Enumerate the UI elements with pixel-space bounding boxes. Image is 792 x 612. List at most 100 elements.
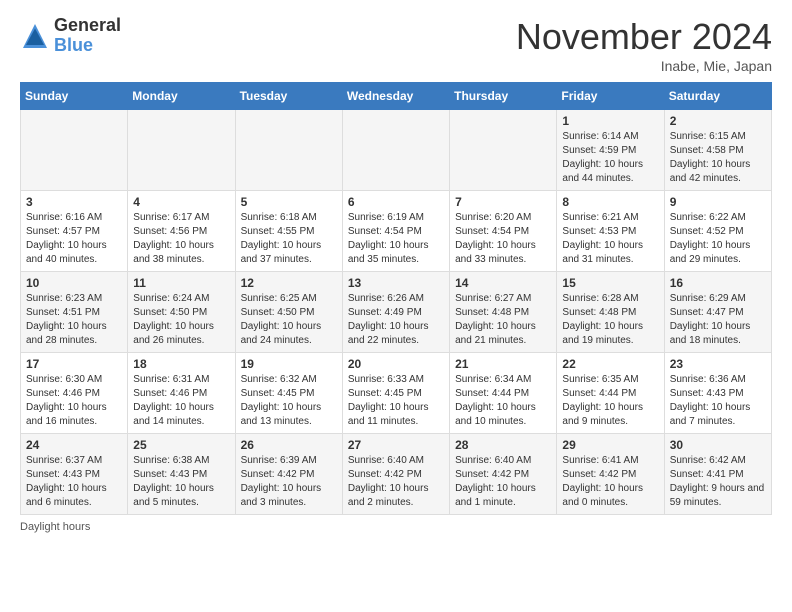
weekday-header: Tuesday xyxy=(235,83,342,110)
calendar-day-cell: 20 Sunrise: 6:33 AM Sunset: 4:45 PM Dayli… xyxy=(342,353,449,434)
weekday-header: Thursday xyxy=(450,83,557,110)
weekday-header: Wednesday xyxy=(342,83,449,110)
calendar-day-cell: 29 Sunrise: 6:41 AM Sunset: 4:42 PM Dayli… xyxy=(557,434,664,515)
calendar-day-cell: 21 Sunrise: 6:34 AM Sunset: 4:44 PM Dayli… xyxy=(450,353,557,434)
weekday-header: Friday xyxy=(557,83,664,110)
location: Inabe, Mie, Japan xyxy=(516,58,772,74)
day-number: 22 xyxy=(562,357,658,371)
day-info: Sunrise: 6:28 AM Sunset: 4:48 PM Dayligh… xyxy=(562,292,658,348)
day-info: Sunrise: 6:36 AM Sunset: 4:43 PM Dayligh… xyxy=(670,373,766,429)
day-number: 3 xyxy=(26,195,122,209)
day-info: Sunrise: 6:19 AM Sunset: 4:54 PM Dayligh… xyxy=(348,211,444,267)
day-number: 16 xyxy=(670,276,766,290)
day-info: Sunrise: 6:40 AM Sunset: 4:42 PM Dayligh… xyxy=(348,454,444,510)
page-header: General Blue November 2024 Inabe, Mie, J… xyxy=(20,16,772,74)
logo: General Blue xyxy=(20,16,121,56)
weekday-header: Saturday xyxy=(664,83,771,110)
day-number: 11 xyxy=(133,276,229,290)
calendar-day-cell: 6 Sunrise: 6:19 AM Sunset: 4:54 PM Daylig… xyxy=(342,191,449,272)
day-number: 15 xyxy=(562,276,658,290)
day-number: 19 xyxy=(241,357,337,371)
day-number: 17 xyxy=(26,357,122,371)
day-info: Sunrise: 6:37 AM Sunset: 4:43 PM Dayligh… xyxy=(26,454,122,510)
calendar-day-cell: 24Sunrise: 6:37 AM Sunset: 4:43 PM Dayli… xyxy=(21,434,128,515)
day-number: 14 xyxy=(455,276,551,290)
day-number: 10 xyxy=(26,276,122,290)
day-info: Sunrise: 6:33 AM Sunset: 4:45 PM Dayligh… xyxy=(348,373,444,429)
day-info: Sunrise: 6:35 AM Sunset: 4:44 PM Dayligh… xyxy=(562,373,658,429)
day-info: Sunrise: 6:32 AM Sunset: 4:45 PM Dayligh… xyxy=(241,373,337,429)
calendar-day-cell: 19 Sunrise: 6:32 AM Sunset: 4:45 PM Dayli… xyxy=(235,353,342,434)
day-number: 27 xyxy=(348,438,444,452)
title-area: November 2024 Inabe, Mie, Japan xyxy=(516,16,772,74)
calendar-week-row: 10 Sunrise: 6:23 AM Sunset: 4:51 PM Dayli… xyxy=(21,272,772,353)
day-number: 30 xyxy=(670,438,766,452)
weekday-header: Monday xyxy=(128,83,235,110)
day-number: 25 xyxy=(133,438,229,452)
calendar-day-cell: 25 Sunrise: 6:38 AM Sunset: 4:43 PM Dayli… xyxy=(128,434,235,515)
day-info: Sunrise: 6:29 AM Sunset: 4:47 PM Dayligh… xyxy=(670,292,766,348)
calendar-day-cell xyxy=(450,110,557,191)
logo-blue-text: Blue xyxy=(54,35,93,55)
month-title: November 2024 xyxy=(516,16,772,58)
calendar-day-cell: 23 Sunrise: 6:36 AM Sunset: 4:43 PM Dayli… xyxy=(664,353,771,434)
day-number: 29 xyxy=(562,438,658,452)
weekday-header-row: SundayMondayTuesdayWednesdayThursdayFrid… xyxy=(21,83,772,110)
day-info: Sunrise: 6:34 AM Sunset: 4:44 PM Dayligh… xyxy=(455,373,551,429)
day-info: Sunrise: 6:14 AM Sunset: 4:59 PM Dayligh… xyxy=(562,130,658,186)
day-number: 21 xyxy=(455,357,551,371)
day-number: 20 xyxy=(348,357,444,371)
calendar-day-cell: 17 Sunrise: 6:30 AM Sunset: 4:46 PM Dayli… xyxy=(21,353,128,434)
day-info: Sunrise: 6:23 AM Sunset: 4:51 PM Dayligh… xyxy=(26,292,122,348)
calendar-day-cell: 18Sunrise: 6:31 AM Sunset: 4:46 PM Dayli… xyxy=(128,353,235,434)
calendar-table: SundayMondayTuesdayWednesdayThursdayFrid… xyxy=(20,82,772,515)
calendar-day-cell: 22 Sunrise: 6:35 AM Sunset: 4:44 PM Dayli… xyxy=(557,353,664,434)
weekday-header: Sunday xyxy=(21,83,128,110)
day-number: 8 xyxy=(562,195,658,209)
calendar-day-cell: 10 Sunrise: 6:23 AM Sunset: 4:51 PM Dayli… xyxy=(21,272,128,353)
day-number: 28 xyxy=(455,438,551,452)
day-number: 4 xyxy=(133,195,229,209)
calendar-day-cell: 11Sunrise: 6:24 AM Sunset: 4:50 PM Dayli… xyxy=(128,272,235,353)
day-number: 9 xyxy=(670,195,766,209)
day-info: Sunrise: 6:26 AM Sunset: 4:49 PM Dayligh… xyxy=(348,292,444,348)
calendar-week-row: 3 Sunrise: 6:16 AM Sunset: 4:57 PM Daylig… xyxy=(21,191,772,272)
day-info: Sunrise: 6:41 AM Sunset: 4:42 PM Dayligh… xyxy=(562,454,658,510)
day-info: Sunrise: 6:30 AM Sunset: 4:46 PM Dayligh… xyxy=(26,373,122,429)
day-number: 7 xyxy=(455,195,551,209)
day-number: 23 xyxy=(670,357,766,371)
day-info: Sunrise: 6:17 AM Sunset: 4:56 PM Dayligh… xyxy=(133,211,229,267)
calendar-day-cell: 14 Sunrise: 6:27 AM Sunset: 4:48 PM Dayli… xyxy=(450,272,557,353)
calendar-day-cell: 9Sunrise: 6:22 AM Sunset: 4:52 PM Daylig… xyxy=(664,191,771,272)
calendar-week-row: 24Sunrise: 6:37 AM Sunset: 4:43 PM Dayli… xyxy=(21,434,772,515)
calendar-week-row: 1 Sunrise: 6:14 AM Sunset: 4:59 PM Daylig… xyxy=(21,110,772,191)
day-info: Sunrise: 6:40 AM Sunset: 4:42 PM Dayligh… xyxy=(455,454,551,510)
calendar-day-cell: 28 Sunrise: 6:40 AM Sunset: 4:42 PM Dayli… xyxy=(450,434,557,515)
calendar-day-cell: 4 Sunrise: 6:17 AM Sunset: 4:56 PM Daylig… xyxy=(128,191,235,272)
day-number: 6 xyxy=(348,195,444,209)
day-number: 26 xyxy=(241,438,337,452)
day-info: Sunrise: 6:18 AM Sunset: 4:55 PM Dayligh… xyxy=(241,211,337,267)
day-info: Sunrise: 6:38 AM Sunset: 4:43 PM Dayligh… xyxy=(133,454,229,510)
logo-general-text: General xyxy=(54,15,121,35)
calendar-day-cell xyxy=(235,110,342,191)
calendar-day-cell xyxy=(21,110,128,191)
footer-note: Daylight hours xyxy=(20,521,772,533)
calendar-day-cell: 3 Sunrise: 6:16 AM Sunset: 4:57 PM Daylig… xyxy=(21,191,128,272)
calendar-day-cell: 2Sunrise: 6:15 AM Sunset: 4:58 PM Daylig… xyxy=(664,110,771,191)
logo-icon xyxy=(20,21,50,51)
calendar-day-cell: 15 Sunrise: 6:28 AM Sunset: 4:48 PM Dayli… xyxy=(557,272,664,353)
day-info: Sunrise: 6:27 AM Sunset: 4:48 PM Dayligh… xyxy=(455,292,551,348)
calendar-day-cell: 26Sunrise: 6:39 AM Sunset: 4:42 PM Dayli… xyxy=(235,434,342,515)
calendar-day-cell: 13Sunrise: 6:26 AM Sunset: 4:49 PM Dayli… xyxy=(342,272,449,353)
day-number: 12 xyxy=(241,276,337,290)
calendar-day-cell xyxy=(128,110,235,191)
calendar-day-cell: 1 Sunrise: 6:14 AM Sunset: 4:59 PM Daylig… xyxy=(557,110,664,191)
calendar-day-cell xyxy=(342,110,449,191)
day-number: 5 xyxy=(241,195,337,209)
day-info: Sunrise: 6:16 AM Sunset: 4:57 PM Dayligh… xyxy=(26,211,122,267)
day-number: 1 xyxy=(562,114,658,128)
calendar-day-cell: 12Sunrise: 6:25 AM Sunset: 4:50 PM Dayli… xyxy=(235,272,342,353)
calendar-day-cell: 8Sunrise: 6:21 AM Sunset: 4:53 PM Daylig… xyxy=(557,191,664,272)
day-number: 18 xyxy=(133,357,229,371)
